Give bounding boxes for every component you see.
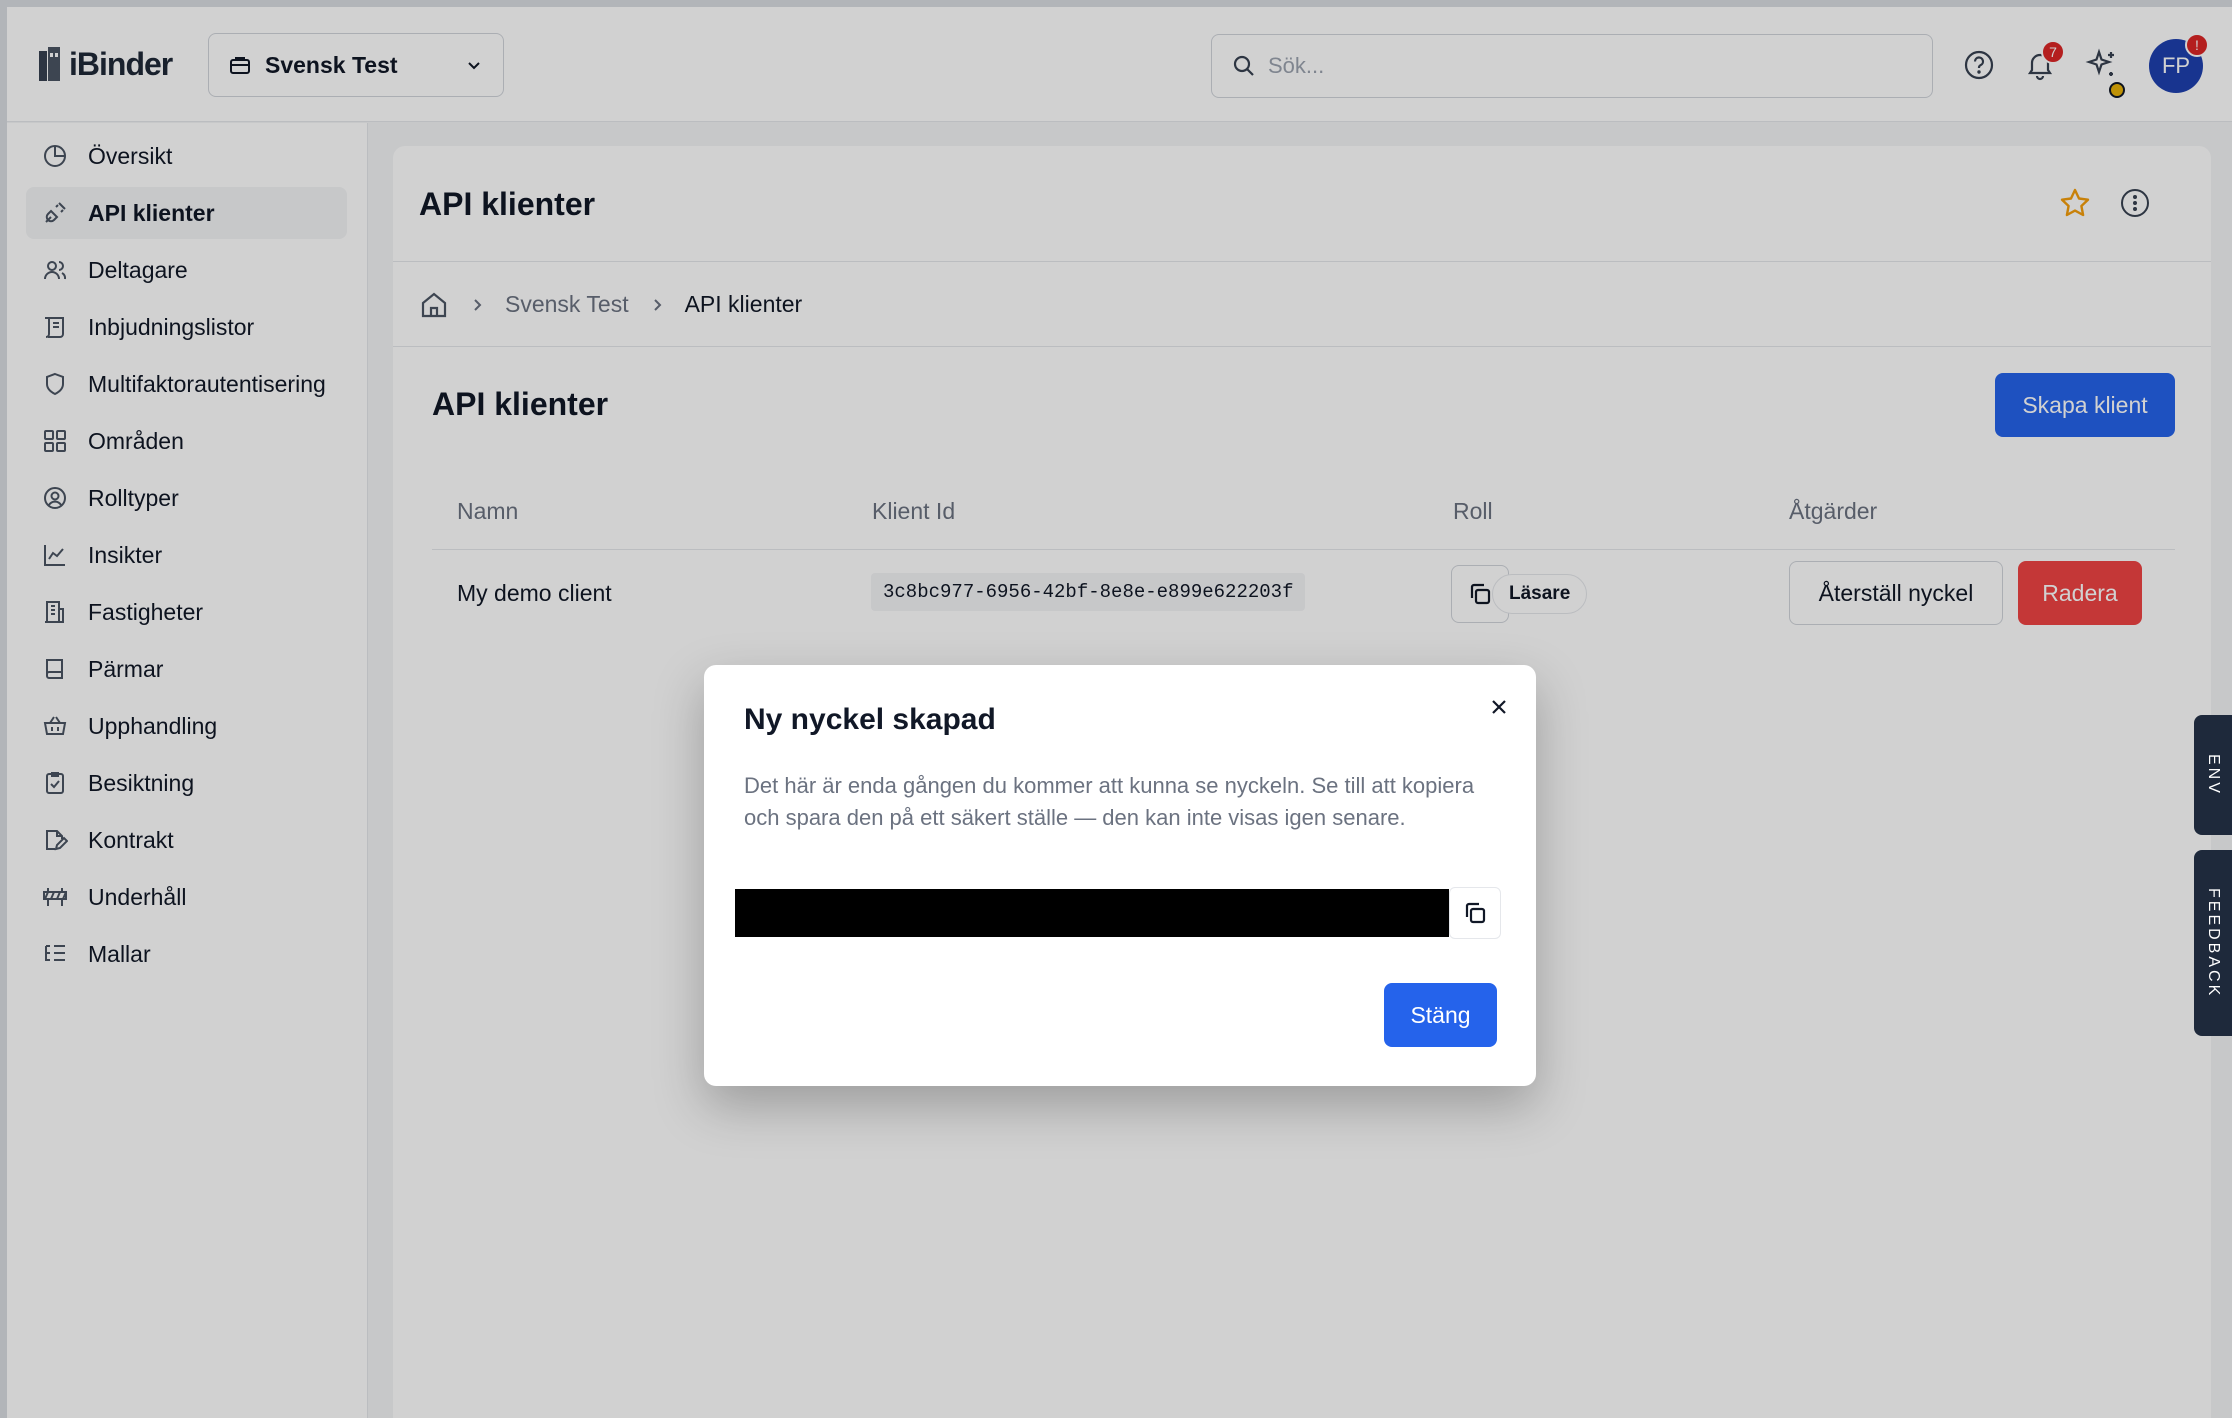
close-dialog-button[interactable]	[1484, 692, 1514, 722]
env-tab[interactable]: ENV	[2194, 715, 2232, 835]
dialog-message: Det här är enda gången du kommer att kun…	[744, 773, 1475, 830]
env-tab-label: ENV	[2205, 754, 2222, 796]
copy-secret-button[interactable]	[1449, 887, 1501, 939]
feedback-tab[interactable]: FEEDBACK	[2194, 850, 2232, 1036]
stang-button[interactable]: Stäng	[1384, 983, 1497, 1047]
dialog-title: Ny nyckel skapad	[744, 703, 996, 736]
close-icon	[1492, 700, 1506, 714]
secret-key-field[interactable]	[735, 889, 1449, 937]
copy-icon	[1465, 902, 1486, 924]
feedback-tab-label: FEEDBACK	[2205, 887, 2222, 999]
new-key-dialog: Ny nyckel skapad Det här är enda gången …	[704, 665, 1536, 1086]
